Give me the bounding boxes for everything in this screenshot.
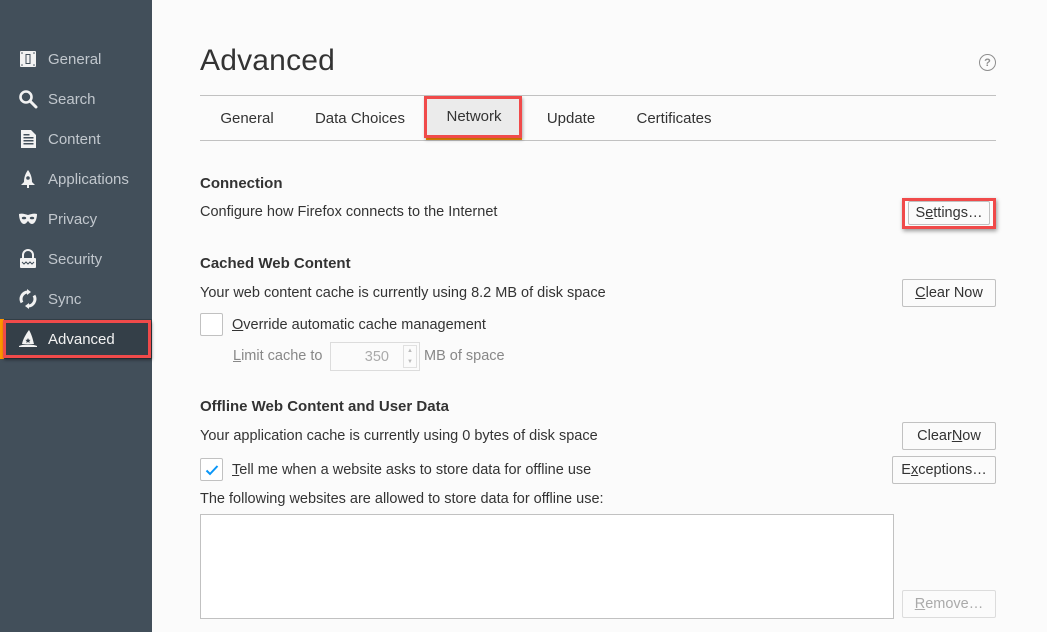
connection-description: Configure how Firefox connects to the In… — [200, 204, 498, 220]
security-lock-icon — [18, 249, 38, 269]
label-text: verride automatic cache management — [243, 317, 486, 333]
button-text: ceptions… — [918, 462, 987, 478]
cache-section-title: Cached Web Content — [200, 255, 351, 272]
accesskey: x — [910, 462, 919, 478]
button-text: ow — [962, 428, 981, 444]
button-text: emove… — [925, 596, 984, 612]
allowed-sites-list[interactable] — [200, 514, 894, 619]
sidebar-item-label: Sync — [48, 290, 82, 308]
tab-bar: General Data Choices Network Update Cert… — [200, 95, 996, 141]
tab-certificates[interactable]: Certificates — [621, 96, 727, 140]
accesskey: L — [233, 348, 242, 364]
privacy-mask-icon — [18, 209, 38, 229]
button-text: Clear — [917, 428, 952, 444]
accesskey: R — [914, 596, 926, 612]
tab-general[interactable]: General — [200, 96, 294, 140]
search-icon — [18, 89, 38, 109]
cache-size-spinner[interactable]: ▲ ▼ — [403, 345, 417, 368]
accesskey: O — [232, 317, 244, 333]
button-text: lear Now — [925, 285, 983, 301]
accesskey: N — [951, 428, 963, 444]
page-title: Advanced — [200, 44, 336, 77]
clear-offline-button[interactable]: Clear Now — [902, 422, 996, 450]
label-text: ell me when a website asks to store data… — [239, 462, 592, 478]
sidebar-item-content[interactable]: Content — [0, 119, 152, 159]
sidebar-item-label: Security — [48, 250, 103, 268]
sidebar-item-general[interactable]: General — [0, 39, 152, 79]
offline-description: Your application cache is currently usin… — [200, 428, 598, 444]
connection-settings-button[interactable]: Se ttings… — [908, 201, 990, 225]
sidebar-item-label: Content — [48, 130, 101, 148]
checkmark-icon — [205, 464, 218, 475]
sidebar-item-label: Advanced — [48, 330, 115, 348]
tell-me-label[interactable]: Tell me when a website asks to store dat… — [232, 462, 591, 478]
allowed-sites-label: The following websites are allowed to st… — [200, 491, 604, 507]
sidebar-item-search[interactable]: Search — [0, 79, 152, 119]
spin-down-icon[interactable]: ▼ — [404, 357, 416, 368]
sidebar: General Search Content Applications Priv… — [0, 0, 152, 632]
cache-unit-label: MB of space — [424, 348, 505, 364]
label-text: imit cache to — [241, 348, 323, 364]
sidebar-item-label: Applications — [48, 170, 129, 188]
sync-icon — [18, 289, 38, 309]
override-cache-checkbox[interactable] — [200, 313, 223, 336]
main-content: Advanced ? General Data Choices Network … — [152, 0, 1047, 632]
accesskey: C — [915, 285, 926, 301]
button-text: E — [901, 462, 911, 478]
limit-cache-label: Limit cache to — [233, 348, 322, 364]
button-text: ttings… — [933, 205, 983, 221]
tab-update[interactable]: Update — [528, 96, 614, 140]
cache-size-input[interactable]: 350 ▲ ▼ — [330, 342, 420, 371]
sidebar-item-label: Search — [48, 90, 96, 108]
override-cache-label[interactable]: Override automatic cache management — [232, 317, 486, 333]
offline-section-title: Offline Web Content and User Data — [200, 398, 449, 415]
cache-size-value: 350 — [364, 349, 389, 365]
sidebar-item-applications[interactable]: Applications — [0, 159, 152, 199]
general-icon — [18, 49, 38, 69]
applications-icon — [18, 169, 38, 189]
tab-data-choices[interactable]: Data Choices — [301, 96, 419, 140]
remove-site-button[interactable]: Remove… — [902, 590, 996, 618]
connection-section-title: Connection — [200, 175, 283, 192]
cache-description: Your web content cache is currently usin… — [200, 285, 606, 301]
accesskey: e — [925, 205, 934, 221]
sidebar-item-sync[interactable]: Sync — [0, 279, 152, 319]
exceptions-button[interactable]: Ex ceptions… — [892, 456, 996, 484]
sidebar-item-label: General — [48, 50, 102, 68]
advanced-wizard-hat-icon — [18, 329, 38, 349]
help-icon[interactable]: ? — [979, 54, 996, 71]
spin-up-icon[interactable]: ▲ — [404, 346, 416, 357]
sidebar-item-security[interactable]: Security — [0, 239, 152, 279]
button-text: S — [915, 205, 926, 221]
tell-me-checkbox[interactable] — [200, 458, 223, 481]
clear-cache-button[interactable]: Clear Now — [902, 279, 996, 307]
sidebar-item-advanced[interactable]: Advanced — [0, 319, 152, 359]
content-icon — [18, 129, 38, 149]
sidebar-item-privacy[interactable]: Privacy — [0, 199, 152, 239]
sidebar-item-label: Privacy — [48, 210, 98, 228]
tab-network[interactable]: Network — [426, 96, 522, 140]
